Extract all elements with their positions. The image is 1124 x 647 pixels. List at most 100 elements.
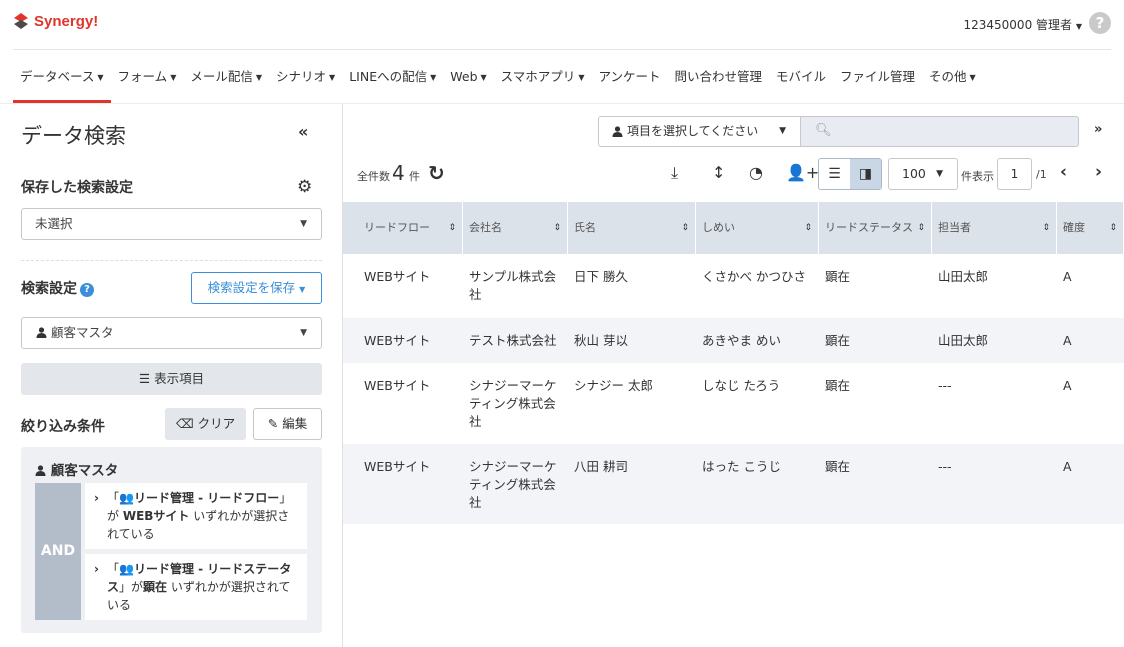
per-page-label: 件表示 [961, 170, 994, 183]
nav-item[interactable]: メール配信 ▼ [183, 50, 269, 103]
display-fields-button[interactable]: ☰ 表示項目 [21, 363, 322, 395]
column-header[interactable]: リードステータス ⇕ [819, 202, 932, 254]
column-header[interactable]: しめい ⇕ [696, 202, 819, 254]
nav-item-label: メール配信 [190, 69, 253, 84]
add-user-icon[interactable]: 👤+ [786, 163, 819, 182]
per-page-select[interactable]: 100 ▼ [888, 158, 958, 190]
column-header[interactable]: リードフロー ⇕ [343, 202, 463, 254]
condition-text: 「👥リード管理 - リードフロー」 が WEBサイト いずれかが選択されている [107, 489, 299, 543]
saved-search-label: 保存した検索設定 [21, 180, 133, 196]
search-settings-label: 検索設定? [21, 278, 94, 298]
condition-item[interactable]: › 「👥リード管理 - リードフロー」 が WEBサイト いずれかが選択されてい… [85, 483, 307, 549]
refresh-icon[interactable]: ↻ [428, 161, 445, 185]
chevron-down-icon: ▼ [430, 73, 437, 82]
sort-icon[interactable]: ⇕ [681, 202, 689, 254]
column-header-label: 確度 [1063, 221, 1085, 234]
edit-button[interactable]: ✎ 編集 [253, 408, 322, 440]
expand-icon[interactable]: » [1094, 122, 1102, 137]
panel-view-icon[interactable]: ◨ [850, 159, 881, 189]
field-select[interactable]: 項目を選択してください ▼ [598, 116, 801, 147]
nav-item[interactable]: 問い合わせ管理 [667, 50, 769, 103]
page-input[interactable]: 1 [997, 158, 1032, 190]
user-name: 123450000 管理者 [963, 18, 1073, 32]
record-count: 4 [392, 161, 405, 185]
sort-icon[interactable]: ⇕ [553, 202, 561, 254]
nav-item[interactable]: アンケート [591, 50, 667, 103]
nav-item[interactable]: フォーム ▼ [111, 50, 184, 103]
table-cell: WEBサイト [364, 269, 431, 284]
table-cell: 秋山 芽以 [574, 333, 628, 348]
chevron-down-icon: ▼ [936, 169, 943, 179]
saved-search-select[interactable]: 未選択 ▼ [21, 208, 322, 240]
sliders-icon: ☰ [138, 371, 151, 386]
download-icon[interactable]: ⤓ [671, 163, 678, 183]
nav-item-label: 問い合わせ管理 [674, 69, 762, 84]
column-header-label: しめい [702, 221, 735, 234]
pie-chart-icon[interactable]: ◔ [749, 163, 763, 182]
sort-icon[interactable]: ⇕ [1042, 202, 1050, 254]
next-page-icon[interactable]: › [1095, 162, 1102, 182]
help-circle-icon[interactable]: ? [80, 283, 94, 297]
list-view-icon[interactable]: ☰ [819, 159, 850, 189]
chevron-down-icon: ▼ [255, 73, 263, 82]
cond-text-part: が [107, 509, 123, 523]
table-header: リードフロー ⇕ 会社名 ⇕ 氏名 ⇕ しめい ⇕ リードステータス ⇕ 担当者 ⇕ 確度 ⇕ [343, 202, 1124, 254]
nav-item[interactable]: ファイル管理 [833, 50, 922, 103]
nav-item[interactable]: モバイル [769, 50, 833, 103]
table-row[interactable]: WEBサイト シナジーマーケティング株式会社 八田 耕司 はった こうじ 顕在 --- A [343, 444, 1124, 524]
column-header[interactable]: 確度 ⇕ [1057, 202, 1124, 254]
table-row[interactable]: WEBサイト サンプル株式会社 日下 勝久 くさかべ かつひさ 顕在 山田太郎 A [343, 254, 1124, 318]
column-header[interactable]: 担当者 ⇕ [932, 202, 1057, 254]
nav-item[interactable]: データベース ▼ [13, 50, 111, 103]
master-select[interactable]: 顧客マスタ ▼ [21, 317, 322, 349]
column-header-label: 担当者 [938, 221, 971, 234]
table-cell: 顕在 [825, 378, 851, 393]
table-cell: 八田 耕司 [574, 459, 628, 474]
user-icon [36, 327, 47, 338]
search-settings-text: 検索設定 [21, 281, 77, 297]
help-icon[interactable]: ? [1089, 12, 1111, 34]
table-cell: 山田太郎 [938, 269, 989, 284]
logo-text: Synergy! [34, 12, 99, 30]
table-body: WEBサイト サンプル株式会社 日下 勝久 くさかべ かつひさ 顕在 山田太郎 A WEBサイ… [343, 254, 1124, 524]
column-header[interactable]: 氏名 ⇕ [568, 202, 696, 254]
condition-item[interactable]: › 「👥リード管理 - リードステータス」が顕在 いずれかが選択されている [85, 554, 307, 620]
sort-vertical-icon[interactable]: ↕ [712, 163, 725, 182]
chevron-down-icon: ▼ [300, 328, 307, 338]
chevron-right-icon: › [94, 562, 99, 576]
column-header-label: リードフロー [364, 221, 430, 234]
table-cell: WEBサイト [364, 333, 431, 348]
nav-item-label: Web [450, 69, 478, 84]
table-cell: 日下 勝久 [574, 269, 628, 284]
logo[interactable]: Synergy! [13, 12, 98, 30]
table-row[interactable]: WEBサイト シナジーマーケティング株式会社 シナジー 太郎 しなじ たろう 顕在 ---… [343, 363, 1124, 444]
nav-item[interactable]: Web ▼ [443, 50, 493, 103]
cond-value: WEBサイト [122, 509, 190, 523]
sort-icon[interactable]: ⇕ [1109, 202, 1117, 254]
user-menu[interactable]: 123450000 管理者 ▼ [963, 16, 1082, 33]
condition-group-title: 顧客マスタ [35, 459, 118, 479]
save-search-button[interactable]: 検索設定を保存 ▼ [191, 272, 322, 304]
gear-icon[interactable]: ⚙ [297, 177, 312, 197]
column-header[interactable]: 会社名 ⇕ [463, 202, 568, 254]
per-page-value: 100 [902, 166, 926, 181]
prev-page-icon[interactable]: ‹ [1060, 162, 1067, 182]
search-input[interactable]: 🔍︎ [800, 116, 1079, 147]
sort-icon[interactable]: ⇕ [804, 202, 812, 254]
table-row[interactable]: WEBサイト テスト株式会社 秋山 芽以 あきやま めい 顕在 山田太郎 A [343, 318, 1124, 363]
nav-item[interactable]: LINEへの配信 ▼ [342, 50, 443, 103]
nav-item[interactable]: その他 ▼ [922, 50, 983, 103]
clear-button[interactable]: ⌫ クリア [165, 408, 246, 440]
count-label: 全件数 [357, 170, 390, 183]
condition-text: 「👥リード管理 - リードステータス」が顕在 いずれかが選択されている [107, 560, 299, 614]
table-cell: 顕在 [825, 269, 851, 284]
nav-item[interactable]: シナリオ ▼ [269, 50, 342, 103]
nav-item[interactable]: スマホアプリ ▼ [494, 50, 592, 103]
collapse-sidebar-icon[interactable]: « [298, 122, 308, 141]
sort-icon[interactable]: ⇕ [917, 202, 925, 254]
sort-icon[interactable]: ⇕ [448, 202, 456, 254]
count-unit: 件 [409, 170, 420, 183]
main-nav: データベース ▼ フォーム ▼ メール配信 ▼ シナリオ ▼ LINEへの配信 ▼ Web ▼ スマホア… [13, 50, 983, 103]
user-icon [35, 465, 46, 476]
chevron-down-icon: ▼ [969, 73, 976, 82]
